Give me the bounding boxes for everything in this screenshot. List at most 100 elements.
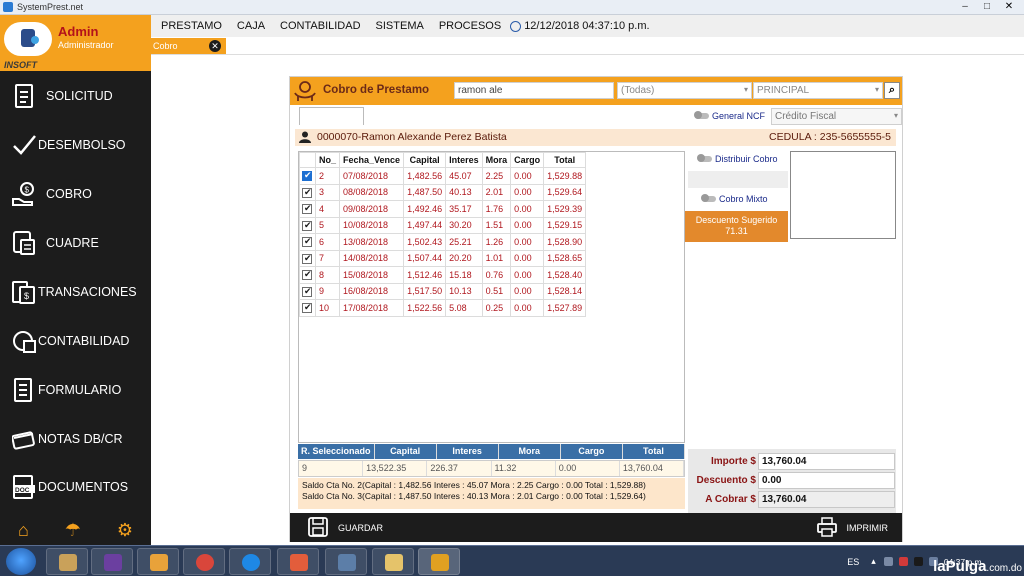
table-row[interactable]: 510/08/20181,497.4430.201.510.001,529.15 <box>299 216 587 234</box>
sidebar-item-formulario[interactable]: FORMULARIO <box>0 370 151 410</box>
search-button[interactable]: ⌕ <box>884 82 900 99</box>
start-button[interactable] <box>6 548 36 575</box>
umbrella-icon[interactable]: ☂ <box>65 520 81 541</box>
menu-sistema[interactable]: SISTEMA <box>376 20 424 32</box>
mixto-label: Cobro Mixto <box>719 194 768 204</box>
svg-text:$: $ <box>24 291 29 301</box>
taskbar-anydesk[interactable] <box>277 548 319 575</box>
tab-cobro[interactable]: Cobro ✕ <box>151 38 226 54</box>
minimize-button[interactable]: – <box>954 0 976 14</box>
taskbar-teamviewer[interactable] <box>229 548 271 575</box>
summary-header-cell: R. Seleccionado <box>298 444 375 459</box>
taskbar-systemprest[interactable] <box>418 548 460 575</box>
gmail-tray-icon[interactable] <box>898 557 908 566</box>
sidebar-item-transaciones[interactable]: $ TRANSACIONES <box>0 272 151 312</box>
row-checkbox[interactable] <box>302 203 312 215</box>
toggle-switch <box>697 154 712 162</box>
column-header[interactable]: Fecha_Vence <box>339 152 405 168</box>
importe-field[interactable]: 13,760.04 <box>758 453 895 470</box>
table-row[interactable]: 1017/08/20181,522.565.080.250.001,527.89 <box>299 299 587 317</box>
table-row[interactable]: 815/08/20181,512.4615.180.760.001,528.40 <box>299 266 587 284</box>
ncf-type-select[interactable]: Crédito Fiscal ▾ <box>771 108 902 125</box>
save-label: GUARDAR <box>338 523 384 533</box>
menu-procesos[interactable]: PROCESOS <box>439 20 501 32</box>
taskbar-tools-app[interactable] <box>46 548 88 575</box>
descuento-field[interactable]: 0.00 <box>758 472 895 489</box>
table-row[interactable]: 409/08/20181,492.4635.171.760.001,529.39 <box>299 200 587 218</box>
table-row[interactable]: 714/08/20181,507.4420.201.010.001,528.65 <box>299 249 587 267</box>
menu-prestamo[interactable]: PRESTAMO <box>161 20 222 32</box>
row-checkbox[interactable] <box>302 302 312 314</box>
taskbar-sql-server[interactable] <box>325 548 367 575</box>
table-row[interactable]: 207/08/20181,482.5645.072.250.001,529.88 <box>299 167 587 185</box>
chevron-down-icon: ▾ <box>893 111 898 120</box>
cell-no: 5 <box>314 216 341 234</box>
save-button[interactable]: GUARDAR <box>308 517 383 539</box>
row-checkbox[interactable] <box>302 220 312 231</box>
summary-header-cell: Capital <box>375 444 437 459</box>
taskbar-media-player[interactable] <box>137 548 179 575</box>
cell-interes: 5.08 <box>445 299 483 317</box>
menu-caja[interactable]: CAJA <box>237 20 265 32</box>
taskbar: ES ▴ 04:37 p.m. laPulga.com.do <box>0 545 1024 576</box>
column-header[interactable]: Mora <box>481 152 512 168</box>
distribuir-amount-input[interactable] <box>688 171 788 188</box>
gear-icon[interactable]: ⚙ <box>117 520 133 541</box>
money-bills-icon: $ <box>12 279 36 305</box>
sidebar-item-cuadre[interactable]: CUADRE <box>0 223 151 263</box>
svg-text:$: $ <box>25 186 30 195</box>
sidebar-item-cobro[interactable]: $ COBRO <box>0 174 151 214</box>
close-button[interactable]: ✕ <box>998 0 1020 14</box>
tray-expand-icon[interactable]: ▴ <box>871 556 876 567</box>
menu-contabilidad[interactable]: CONTABILIDAD <box>280 20 360 32</box>
cell-no: 9 <box>314 282 341 300</box>
monitor-tray-icon[interactable] <box>883 557 893 566</box>
language-indicator[interactable]: ES <box>847 557 859 567</box>
column-header[interactable]: Interes <box>445 152 483 168</box>
cell-cargo: 0.00 <box>510 233 545 251</box>
column-header[interactable]: Total <box>543 152 587 168</box>
print-button[interactable]: IMPRIMIR <box>816 517 888 539</box>
app-tray-icon[interactable] <box>913 557 923 566</box>
distribuir-toggle[interactable]: Distribuir Cobro <box>697 154 778 164</box>
table-row[interactable]: 916/08/20181,517.5010.130.510.001,528.14 <box>299 282 587 300</box>
payment-methods-box[interactable] <box>790 151 896 239</box>
row-checkbox[interactable] <box>302 187 312 198</box>
loan-filter-select[interactable]: (Todas) ▾ <box>617 82 752 99</box>
row-checkbox[interactable] <box>302 170 312 182</box>
table-row[interactable]: 308/08/20181,487.5040.132.010.001,529.64 <box>299 183 587 201</box>
hand-coin-icon <box>293 80 317 102</box>
maximize-button[interactable]: □ <box>976 0 998 14</box>
column-header[interactable]: Cargo <box>510 152 545 168</box>
row-checkbox[interactable] <box>302 286 312 297</box>
column-header[interactable]: Capital <box>403 152 447 168</box>
client-search-input[interactable]: ramon ale <box>454 82 614 99</box>
row-select-cell <box>299 282 316 300</box>
summary-header-cell: Cargo <box>561 444 623 459</box>
taskbar-visual-studio[interactable] <box>91 548 133 575</box>
sidebar-item-desembolso[interactable]: DESEMBOLSO <box>0 125 151 165</box>
tab-label: Cobro <box>153 41 178 51</box>
ncf-toggle[interactable]: General NCF <box>694 111 765 121</box>
cell-capital: 1,482.56 <box>403 167 447 185</box>
table-row[interactable]: 613/08/20181,502.4325.211.260.001,528.90 <box>299 233 587 251</box>
home-icon[interactable]: ⌂ <box>18 520 29 541</box>
sidebar-item-solicitud[interactable]: SOLICITUD <box>0 76 151 116</box>
sidebar-item-contabilidad[interactable]: CONTABILIDAD <box>0 321 151 361</box>
taskbar-chrome[interactable] <box>183 548 225 575</box>
row-select-cell <box>299 216 316 234</box>
close-tab-icon[interactable]: ✕ <box>209 40 221 52</box>
column-header[interactable]: No_ <box>314 152 341 168</box>
suggested-discount[interactable]: Descuento Sugerido 71.31 <box>685 211 788 242</box>
sidebar-item-documentos[interactable]: DOC DOCUMENTOS <box>0 467 151 507</box>
branch-select[interactable]: PRINCIPAL ▾ <box>753 82 883 99</box>
row-checkbox[interactable] <box>302 253 312 264</box>
taskbar-explorer[interactable] <box>372 548 414 575</box>
sidebar-item-notas[interactable]: NOTAS DB/CR <box>0 419 151 459</box>
cell-interes: 35.17 <box>445 200 483 218</box>
row-checkbox[interactable] <box>302 236 312 248</box>
cell-total: 1,528.65 <box>543 249 587 267</box>
cobro-mixto-toggle[interactable]: Cobro Mixto <box>701 194 768 204</box>
panel-subtab[interactable] <box>299 107 364 125</box>
row-checkbox[interactable] <box>302 269 312 281</box>
